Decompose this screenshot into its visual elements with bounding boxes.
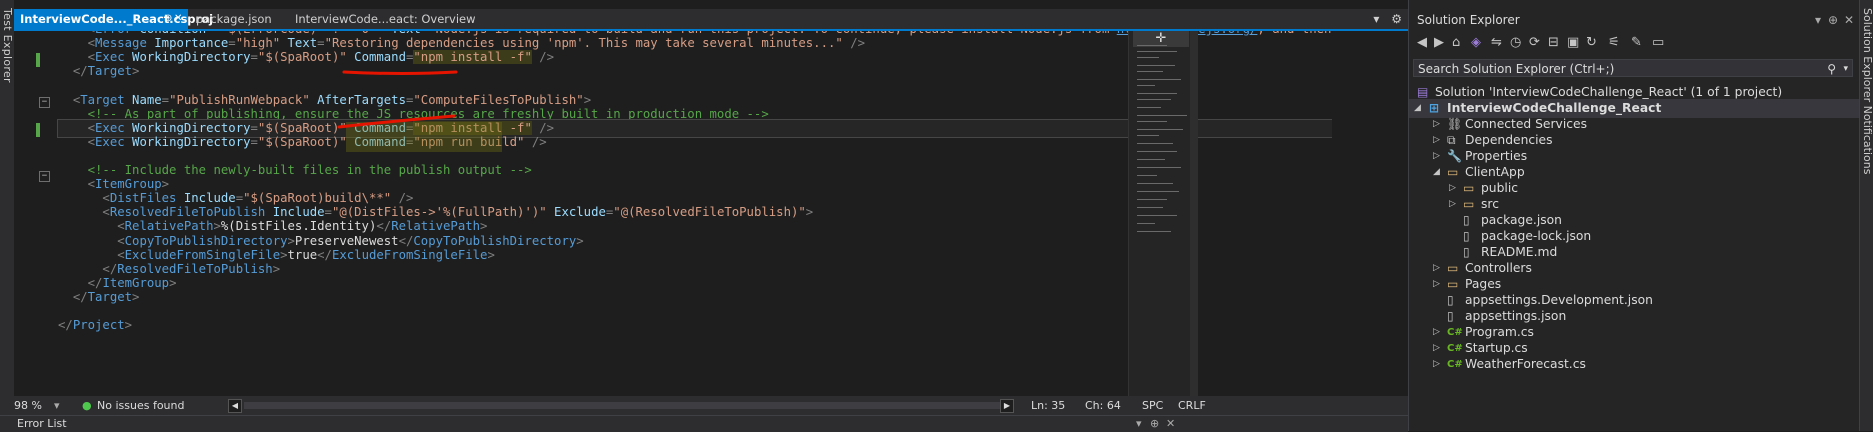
tab-package-json[interactable]: package.json: [196, 9, 272, 29]
minimap-line: [1137, 115, 1187, 116]
issues-status[interactable]: No issues found: [97, 396, 184, 415]
scroll-left-button[interactable]: ◀: [228, 399, 242, 413]
minimap-line: [1137, 167, 1181, 168]
sync-icon[interactable]: ⟳: [1529, 35, 1540, 50]
tab-list-dropdown-icon[interactable]: ▾: [1373, 12, 1379, 26]
vertical-scrollbar[interactable]: [1190, 31, 1198, 401]
minimap-line: [1137, 57, 1159, 58]
minimap-line: [1137, 45, 1167, 46]
zoom-level[interactable]: 98 %: [14, 396, 42, 415]
red-underline-mark: [342, 70, 458, 75]
home-icon[interactable]: ⌂: [1452, 35, 1460, 50]
search-icon[interactable]: ⚲: [1827, 60, 1836, 78]
whitespace-mode[interactable]: SPC: [1142, 396, 1163, 415]
check-circle-icon: ●: [82, 399, 92, 412]
wrench-icon[interactable]: ✎: [1631, 35, 1642, 50]
test-explorer-tab[interactable]: Test Explorer: [0, 8, 14, 83]
minimap-line: [1137, 231, 1171, 232]
tree-item[interactable]: ▷ C# WeatherForecast.cs: [1409, 355, 1860, 374]
minimap-line: [1137, 71, 1163, 72]
editor-area: InterviewCode..._React.csproj ⊕ ✕ packag…: [14, 0, 1408, 415]
minimap-line: [1137, 191, 1179, 192]
minimap-line: [1137, 175, 1157, 176]
error-list-panel: Error List ▾ ⊕ ✕: [0, 415, 1408, 432]
minimap-line: [1137, 151, 1177, 152]
minimap-line: [1137, 183, 1173, 184]
minimap-line: [1137, 135, 1159, 136]
minimap-line: [1137, 121, 1167, 122]
refresh-icon[interactable]: ↻: [1586, 35, 1597, 50]
minimap-line: [1137, 93, 1177, 94]
pin-icon[interactable]: ⊕: [1150, 416, 1159, 432]
red-strike-mark: [337, 114, 456, 129]
editor-status-bar: 98 % ▾ ● No issues found ◀ ▶ Ln: 35 Ch: …: [14, 396, 1408, 415]
pin-icon[interactable]: ⊕: [164, 9, 172, 29]
minimap[interactable]: ✛: [1128, 31, 1191, 401]
tab-bar-actions: ▾ ⚙: [1373, 9, 1402, 29]
minimap-line: [1137, 85, 1155, 86]
show-all-files-icon[interactable]: ▣: [1567, 35, 1579, 50]
csharp-file-icon: C#: [1447, 359, 1463, 370]
minimap-line: [1137, 143, 1173, 144]
pin-icon[interactable]: ⊕: [1828, 10, 1838, 30]
tree-item-label: WeatherForecast.cs: [1465, 357, 1586, 371]
dropdown-icon[interactable]: ▾: [1136, 416, 1142, 432]
tab-csproj[interactable]: InterviewCode..._React.csproj ⊕ ✕: [14, 9, 213, 29]
minimap-line: [1137, 215, 1177, 216]
vs-switch-views-icon[interactable]: ◈: [1471, 35, 1481, 50]
collapse-all-icon[interactable]: ⊟: [1548, 35, 1559, 50]
dropdown-icon[interactable]: ▾: [1815, 10, 1821, 30]
search-placeholder: Search Solution Explorer (Ctrl+;): [1418, 62, 1615, 76]
scroll-right-button[interactable]: ▶: [1000, 399, 1014, 413]
line-number[interactable]: Ln: 35: [1031, 396, 1065, 415]
solution-explorer-toolbar: ◀ ▶ ⌂ ◈ ⇋ ◷ ⟳ ⊟ ▣ ↻ ⚟ ✎ ▭: [1409, 33, 1860, 55]
left-tool-rail: Test Explorer: [0, 0, 15, 431]
minimap-line: [1137, 199, 1167, 200]
collapsed-chevron-icon[interactable]: ▷: [1433, 355, 1440, 374]
minimap-line: [1137, 207, 1163, 208]
column-number[interactable]: Ch: 64: [1085, 396, 1121, 415]
forward-icon[interactable]: ▶: [1434, 35, 1444, 50]
minimap-line: [1137, 79, 1181, 80]
close-icon[interactable]: ✕: [1844, 10, 1854, 30]
search-options-icon[interactable]: ▾: [1843, 60, 1848, 78]
minimap-line: [1137, 99, 1171, 100]
tab-label: InterviewCode..._React.csproj: [20, 12, 214, 26]
line-ending[interactable]: CRLF: [1178, 396, 1206, 415]
horizontal-scrollbar[interactable]: [244, 402, 1004, 409]
minimap-line: [1137, 107, 1161, 108]
error-list-title[interactable]: Error List: [17, 416, 67, 432]
back-icon[interactable]: ◀: [1417, 35, 1427, 50]
tab-overview[interactable]: InterviewCode...eact: Overview: [295, 9, 476, 29]
right-tool-rail: Solution Explorer Notifications: [1859, 0, 1873, 431]
minimap-line: [1137, 65, 1175, 66]
document-tab-bar: InterviewCode..._React.csproj ⊕ ✕ packag…: [14, 9, 1408, 31]
right-rail-tabs[interactable]: Solution Explorer Notifications: [1860, 8, 1873, 174]
close-icon[interactable]: ✕: [1166, 416, 1175, 432]
history-icon[interactable]: ◷: [1510, 35, 1521, 50]
minimap-line: [1137, 223, 1155, 224]
solution-explorer-header: Solution Explorer ▾ ⊕ ✕: [1409, 10, 1860, 30]
minimap-line: [1137, 129, 1183, 130]
panel-title: Solution Explorer: [1417, 13, 1520, 27]
pending-changes-icon[interactable]: ⇋: [1491, 35, 1502, 50]
gear-icon[interactable]: ⚙: [1391, 12, 1402, 26]
solution-explorer-panel: Solution Explorer ▾ ⊕ ✕ ◀ ▶ ⌂ ◈ ⇋ ◷ ⟳ ⊟ …: [1408, 0, 1860, 431]
minimap-line: [1137, 159, 1165, 160]
preview-icon[interactable]: ▭: [1652, 35, 1664, 50]
search-input[interactable]: Search Solution Explorer (Ctrl+;) ⚲ ▾: [1413, 59, 1853, 77]
minimap-line: [1137, 51, 1177, 52]
close-icon[interactable]: ✕: [174, 9, 182, 29]
zoom-dropdown-icon[interactable]: ▾: [54, 396, 60, 415]
properties-icon[interactable]: ⚟: [1608, 35, 1620, 50]
